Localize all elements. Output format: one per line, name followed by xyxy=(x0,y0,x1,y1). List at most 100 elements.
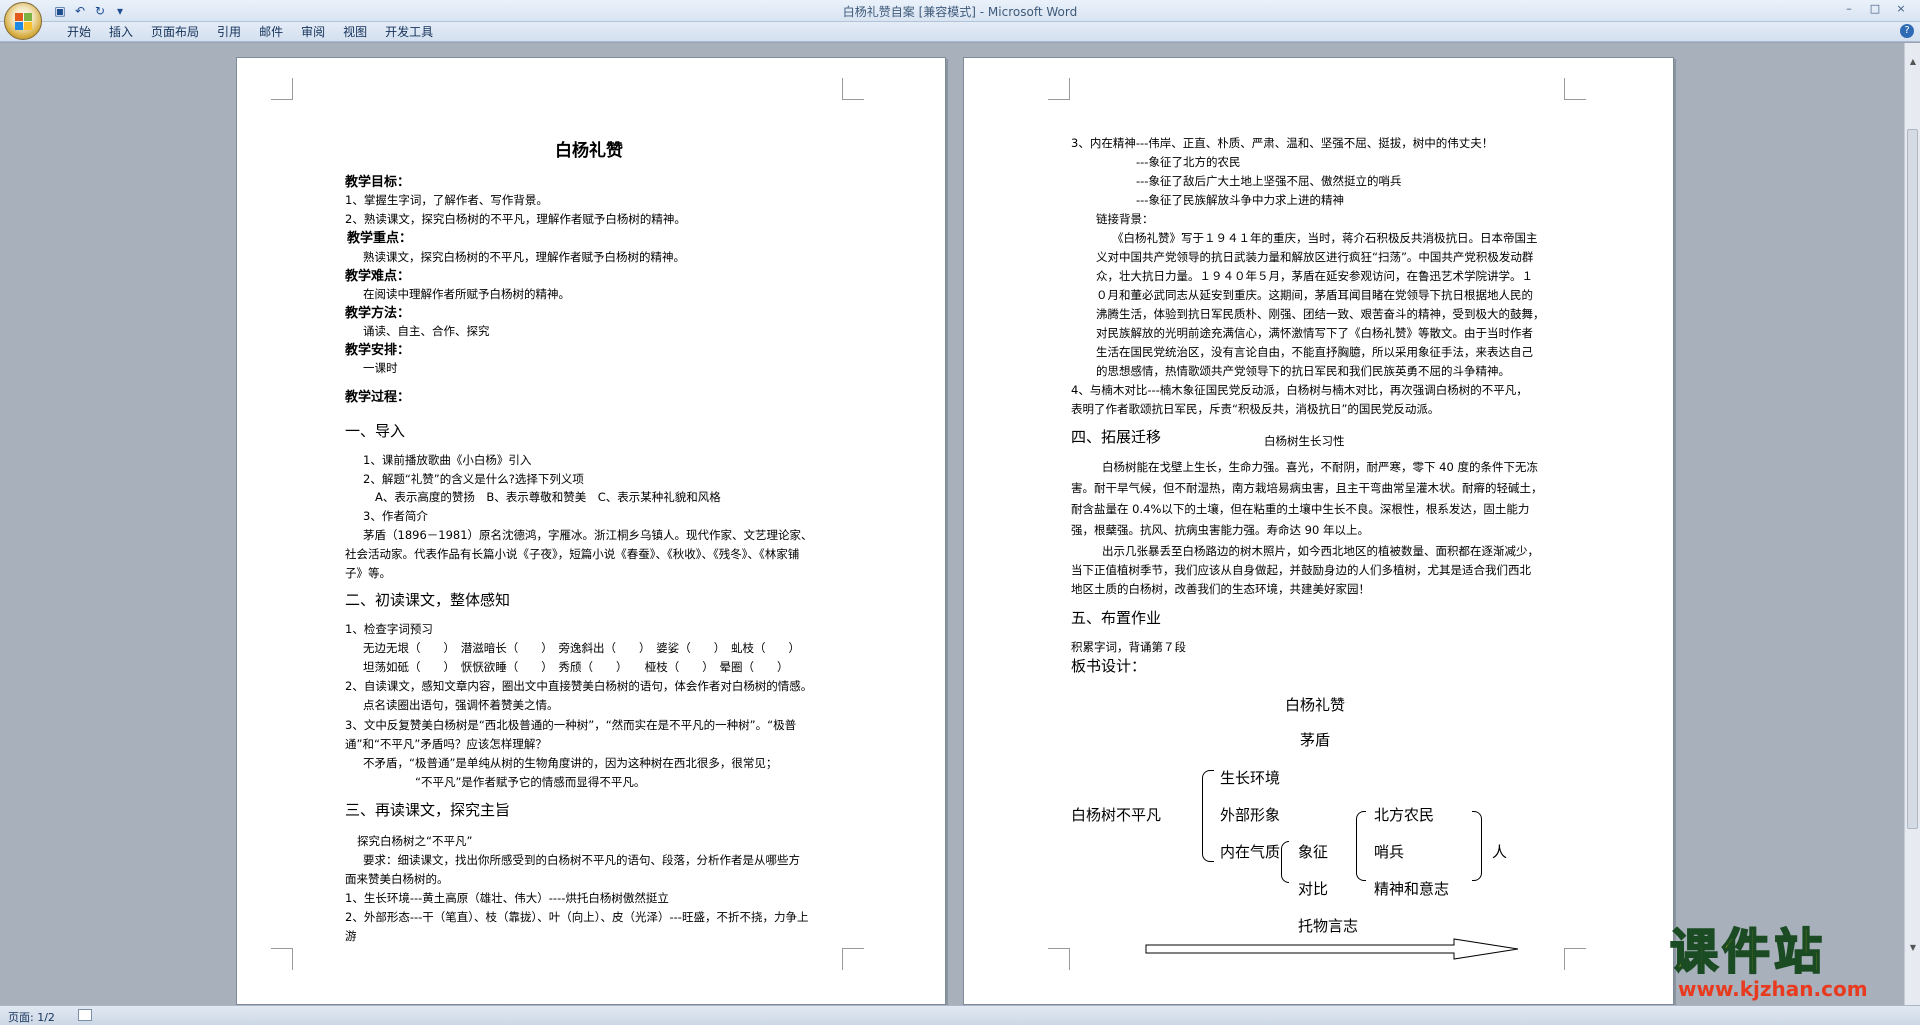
section-heading: 教学目标： xyxy=(345,175,411,190)
tab-mailings[interactable]: 邮件 xyxy=(250,24,292,40)
crop-mark xyxy=(271,78,293,100)
window-controls: – □ × xyxy=(1836,0,1914,18)
board-item: 内在气质 xyxy=(1220,843,1281,861)
section-heading: 教学重点： xyxy=(347,231,413,246)
help-icon[interactable]: ? xyxy=(1900,24,1914,38)
paragraph: 2、熟读课文，探究白杨树的不平凡，理解作者赋予白杨树的精神。 xyxy=(345,212,686,226)
minimize-button[interactable]: – xyxy=(1836,0,1862,18)
crop-mark xyxy=(1564,948,1586,970)
paragraph: 1、检查字词预习 xyxy=(345,622,433,636)
brace xyxy=(1472,811,1482,881)
tab-page-layout[interactable]: 页面布局 xyxy=(142,24,208,40)
watermark-text: 课件站 xyxy=(1669,924,1827,980)
paragraph: ---象征了民族解放斗争中力求上进的精神 xyxy=(1136,193,1344,207)
close-button[interactable]: × xyxy=(1888,0,1914,18)
tab-review[interactable]: 审阅 xyxy=(292,24,334,40)
board-author: 茅盾 xyxy=(1300,731,1331,749)
section-heading: 四、拓展迁移 xyxy=(1071,428,1162,446)
paragraph: 2、自读课文，感知文章内容，圈出文中直接赞美白杨树的语句，体会作者对白杨树的情感… xyxy=(345,679,813,693)
paragraph: 2、外部形态---干（笔直）、枝（靠拢）、叶（向上）、皮（光泽）---旺盛，不折… xyxy=(345,910,809,924)
ribbon-tabs: 开始 插入 页面布局 引用 邮件 审阅 视图 开发工具 xyxy=(58,24,442,40)
paragraph: 害。耐干旱气候，但不耐湿热，南方栽培易病虫害，且主干弯曲常呈灌木状。耐瘠的轻碱土… xyxy=(1071,481,1543,495)
paragraph: ０月和董必武同志从延安到重庆。这期间，茅盾耳闻目睹在党领导下抗日根据地人民的 xyxy=(1096,288,1533,302)
paragraph: A、表示高度的赞扬 B、表示尊敬和赞美 C、表示某种礼貌和风格 xyxy=(375,490,721,504)
section-heading: 三、再读课文，探究主旨 xyxy=(345,801,511,819)
paragraph: 1、课前播放歌曲《小白杨》引入 xyxy=(363,453,532,467)
paragraph: 的思想感情，热情歌颂共产党领导下的抗日军民和我们民族英勇不屈的斗争精神。 xyxy=(1096,364,1510,378)
board-item: 精神和意志 xyxy=(1374,880,1450,898)
paragraph: 1、掌握生字词，了解作者、写作背景。 xyxy=(345,193,548,207)
vertical-scrollbar[interactable]: ▲ ▼ xyxy=(1904,43,1920,1005)
paragraph: 面来赞美白杨树的。 xyxy=(345,872,449,886)
scroll-down-icon[interactable]: ▼ xyxy=(1908,943,1918,953)
paragraph: 4、与楠木对比---楠木象征国民党反动派，白杨树与楠木对比，再次强调白杨树的不平… xyxy=(1071,383,1528,397)
paragraph: 当下正值植树季节，我们应该从自身做起，并鼓励身边的人们多植树，尤其是适合我们西北 xyxy=(1071,563,1531,577)
paragraph: “不平凡”是作者赋予它的情感而显得不平凡。 xyxy=(415,775,646,789)
paragraph: 坦荡如砥（ ） 恹恹欲睡（ ） 秀颀（ ） 桠枝（ ） 晕圈（ ） xyxy=(363,660,789,674)
board-item: 哨兵 xyxy=(1374,843,1405,861)
paragraph: 积累字词，背诵第７段 xyxy=(1071,640,1186,654)
scroll-thumb[interactable] xyxy=(1907,129,1918,829)
subheading: 白杨树生长习性 xyxy=(1264,434,1345,448)
title-bar: ▣ ↶ ↻ ▾ 白杨礼赞自案 [兼容模式] - Microsoft Word –… xyxy=(0,0,1920,22)
paragraph: 白杨树能在戈壁上生长，生命力强。喜光，不耐阴，耐严寒，零下 40 度的条件下无冻 xyxy=(1102,460,1538,474)
board-item: 托物言志 xyxy=(1298,917,1359,935)
paragraph: 子》等。 xyxy=(345,566,391,580)
paragraph: 生活在国民党统治区，没有言论自由，不能直抒胸臆，所以采用象征手法，来表达自己 xyxy=(1096,345,1533,359)
paragraph: 义对中国共产党领导的抗日武装力量和解放区进行疯狂“扫荡”。中国共产党积极发动群 xyxy=(1096,250,1534,264)
paragraph: 一课时 xyxy=(363,361,398,375)
section-heading: 教学方法： xyxy=(345,306,411,321)
section-heading: 教学过程： xyxy=(345,390,411,405)
board-item: 人 xyxy=(1492,843,1508,861)
board-item: 外部形象 xyxy=(1220,806,1281,824)
ribbon: 开始 插入 页面布局 引用 邮件 审阅 视图 开发工具 ? xyxy=(0,22,1920,42)
tab-references[interactable]: 引用 xyxy=(208,24,250,40)
brace xyxy=(1356,811,1366,881)
paragraph: 出示几张暴丢至白杨路边的树木照片，如今西北地区的植被数量、面积都在逐渐减少， xyxy=(1102,544,1539,558)
tab-insert[interactable]: 插入 xyxy=(100,24,142,40)
paragraph: 无边无垠（ ） 潜滋暗长（ ） 旁逸斜出（ ） 婆娑（ ） 虬枝（ ） xyxy=(363,641,800,655)
board-title: 白杨礼赞 xyxy=(1285,696,1346,714)
paragraph: 2、解题“礼赞”的含义是什么?选择下列义项 xyxy=(363,472,584,486)
tab-developer[interactable]: 开发工具 xyxy=(376,24,442,40)
paragraph: 地区土质的白杨树，改善我们的生态环境，共建美好家园！ xyxy=(1071,582,1370,596)
crop-mark xyxy=(842,948,864,970)
watermark-url: www.kjzhan.com xyxy=(1678,977,1868,1001)
paragraph: 表明了作者歌颂抗日军民，斥责“积极反共，消极抗日”的国民党反动派。 xyxy=(1071,402,1440,416)
paragraph: 3、内在精神---伟岸、正直、朴质、严肃、温和、坚强不屈、挺拔，树中的伟丈夫！ xyxy=(1071,136,1494,150)
watermark-logo: 课件站 www.kjzhan.com xyxy=(1669,924,1900,1003)
maximize-button[interactable]: □ xyxy=(1862,0,1888,18)
paragraph: 探究白杨树之“不平凡” xyxy=(357,834,473,848)
section-heading: 教学安排： xyxy=(345,343,411,358)
tab-view[interactable]: 视图 xyxy=(334,24,376,40)
paragraph: 1、生长环境---黄土高原（雄壮、伟大）----烘托白杨树傲然挺立 xyxy=(345,891,669,905)
paragraph: 不矛盾，“极普通”是单纯从树的生物角度讲的，因为这种树在西北很多，很常见； xyxy=(363,756,778,770)
paragraph: 耐含盐量在 0.4%以下的土壤，但在粘重的土壤中生长不良。深根性，根系发达，固土… xyxy=(1071,502,1530,516)
section-heading: 二、初读课文，整体感知 xyxy=(345,591,511,609)
page-indicator[interactable]: 页面: 1/2 xyxy=(8,1009,55,1025)
office-logo-icon xyxy=(15,13,33,31)
paragraph: 3、文中反复赞美白杨树是“西北极普通的一种树”，“然而实在是不平凡的一种树”。“… xyxy=(345,718,797,732)
office-button[interactable] xyxy=(4,2,42,40)
brace xyxy=(1202,770,1214,862)
doc-title: 白杨礼赞 xyxy=(555,141,623,161)
window-title: 白杨礼赞自案 [兼容模式] - Microsoft Word xyxy=(842,5,1078,19)
paragraph: 点名读圈出语句，强调怀着赞美之情。 xyxy=(363,698,559,712)
status-bar: 页面: 1/2 xyxy=(0,1005,1920,1025)
board-main: 白杨树不平凡 xyxy=(1071,806,1162,824)
board-item: 象征 xyxy=(1298,843,1329,861)
scroll-up-icon[interactable]: ▲ xyxy=(1908,57,1918,67)
crop-mark xyxy=(1048,948,1070,970)
paragraph: 沸腾生活，体验到抗日军民质朴、刚强、团结一致、艰苦奋斗的精神，受到极大的鼓舞， xyxy=(1096,307,1545,321)
paragraph: 强，根蘖强。抗风、抗病虫害能力强。寿命达 90 年以上。 xyxy=(1071,523,1369,537)
spelling-check-icon[interactable] xyxy=(78,1009,92,1021)
crop-mark xyxy=(842,78,864,100)
paragraph: 链接背景： xyxy=(1096,212,1154,226)
section-heading: 五、布置作业 xyxy=(1071,609,1162,627)
document-page-2[interactable]: 3、内在精神---伟岸、正直、朴质、严肃、温和、坚强不屈、挺拔，树中的伟丈夫！ … xyxy=(963,57,1674,1005)
document-page-1[interactable]: 白杨礼赞 教学目标： 1、掌握生字词，了解作者、写作背景。 2、熟读课文，探究白… xyxy=(236,57,946,1005)
section-heading: 一、导入 xyxy=(345,422,406,440)
tab-home[interactable]: 开始 xyxy=(58,24,100,40)
paragraph: 通”和“不平凡”矛盾吗？应该怎样理解？ xyxy=(345,737,547,751)
arrow-shape xyxy=(1145,938,1519,960)
